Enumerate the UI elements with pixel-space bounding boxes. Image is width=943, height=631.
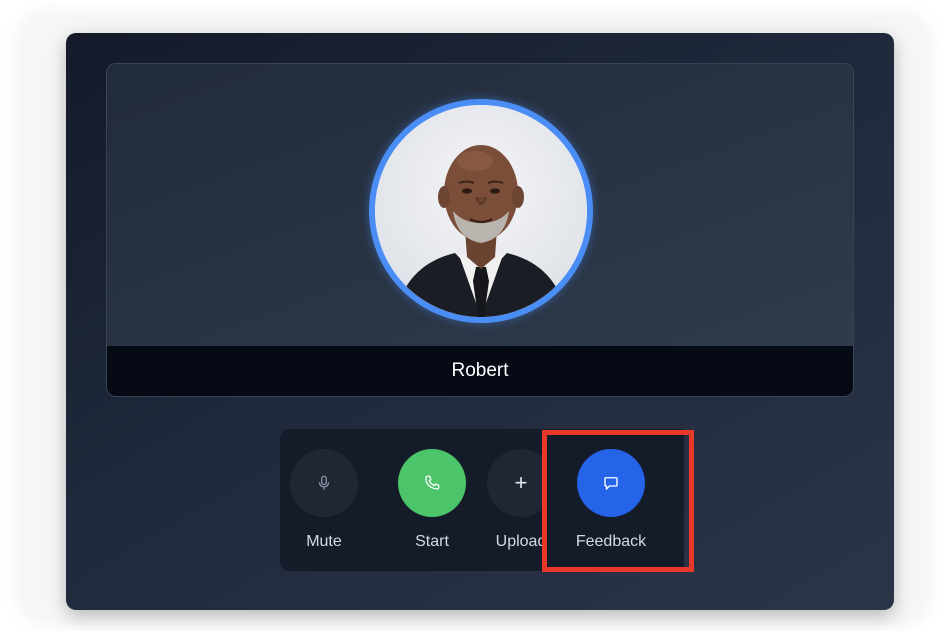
- avatar-portrait: [375, 105, 587, 317]
- microphone-icon: [318, 475, 330, 490]
- start-label: Start: [415, 533, 449, 550]
- mute-button[interactable]: [290, 449, 358, 517]
- feedback-panel: Feedback: [542, 429, 684, 571]
- upload-label: Upload: [495, 533, 547, 550]
- avatar: [369, 99, 593, 323]
- chat-bubble-icon: [604, 477, 618, 490]
- participant-name: Robert: [107, 346, 853, 396]
- video-tile: Robert: [106, 63, 854, 397]
- page: Robert Mute Start + Upload Feedback: [0, 0, 943, 631]
- call-controls: Mute Start + Upload Feedback: [279, 429, 684, 571]
- call-card: Robert Mute Start + Upload Feedback: [66, 33, 894, 610]
- mute-control: Mute: [279, 449, 369, 551]
- feedback-control: Feedback: [566, 449, 656, 551]
- feedback-label: Feedback: [575, 533, 647, 550]
- start-button[interactable]: [398, 449, 466, 517]
- start-control: Start: [387, 449, 477, 551]
- phone-icon: [425, 475, 440, 490]
- feedback-button[interactable]: [577, 449, 645, 517]
- mute-label: Mute: [306, 533, 342, 550]
- plus-icon: +: [514, 470, 528, 495]
